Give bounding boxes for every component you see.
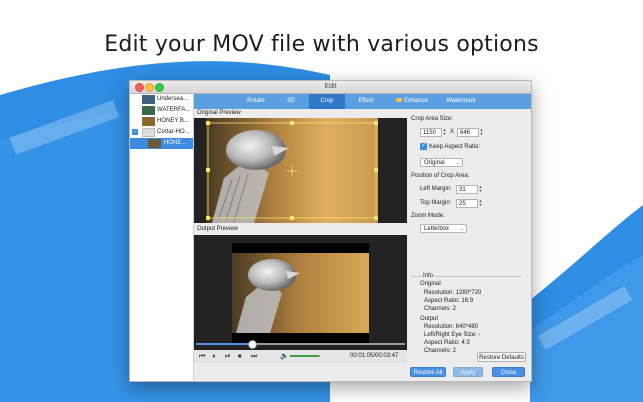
- volume-icon[interactable]: 🔈: [280, 351, 289, 362]
- keep-aspect-checkbox[interactable]: ✓: [420, 143, 427, 150]
- title-bar[interactable]: Edit: [130, 81, 531, 94]
- info-output-resolution: Resolution: 640*480: [424, 324, 479, 330]
- tab-crop[interactable]: Crop: [309, 94, 345, 109]
- file-name: HONE...: [164, 140, 187, 146]
- top-margin-input[interactable]: 25: [456, 199, 478, 208]
- chevron-down-icon: ⌄: [459, 226, 464, 232]
- file-name: HONEY B...: [157, 118, 189, 124]
- skip-forward-icon[interactable]: ⏭: [251, 351, 257, 362]
- top-margin-stepper[interactable]: ▲ ▼: [478, 199, 483, 208]
- video-thumbnail: [142, 128, 155, 137]
- crop-area-size-label: Crop Area Size:: [411, 116, 454, 122]
- file-name: Cortar-HO...: [157, 129, 190, 135]
- tab-effect[interactable]: Effect: [346, 94, 386, 109]
- info-original-label: Original: [420, 281, 441, 287]
- tab-watermark[interactable]: Watermark: [438, 94, 484, 109]
- enhance-icon: [396, 98, 403, 103]
- zoom-mode-label: Zoom Mode:: [411, 213, 445, 219]
- info-original-resolution: Resolution: 1280*720: [424, 290, 482, 296]
- video-thumbnail: [148, 139, 161, 148]
- video-thumbnail: [142, 95, 155, 104]
- output-preview-label: Output Preview: [197, 226, 239, 232]
- tab-enhance[interactable]: Enhance: [390, 94, 434, 109]
- left-margin-input[interactable]: 31: [456, 185, 478, 194]
- times-symbol: X: [450, 129, 455, 135]
- aspect-ratio-value: Original: [424, 160, 445, 166]
- next-frame-icon[interactable]: ⏯: [225, 351, 231, 362]
- output-preview: [194, 235, 407, 350]
- playback-time: 00:01:05/00:03:47: [350, 353, 399, 359]
- top-margin-label: Top Margin:: [420, 200, 452, 206]
- preview-pane: Original Preview Output Preview ⏮ ⏸ ⏯ ⏹ …: [194, 109, 407, 381]
- page-headline: Edit your MOV file with various options: [104, 32, 539, 57]
- restore-all-button[interactable]: Restore All: [410, 367, 446, 377]
- volume-level: [290, 355, 319, 357]
- video-thumbnail: [142, 106, 155, 115]
- video-thumbnail: [142, 117, 155, 126]
- stop-icon[interactable]: ⏹: [238, 351, 242, 362]
- left-margin-stepper[interactable]: ▲ ▼: [478, 185, 483, 194]
- info-output-label: Output: [420, 316, 439, 322]
- info-output-eye-size: Left/Right Eye Size: -: [424, 332, 481, 338]
- list-item-selected[interactable]: HONE...: [130, 138, 193, 149]
- volume-slider[interactable]: [290, 355, 320, 357]
- tab-enhance-label: Enhance: [404, 98, 428, 104]
- file-name: WATERFA...: [157, 107, 191, 113]
- seek-progress: [196, 343, 253, 345]
- pause-icon[interactable]: ⏸: [212, 351, 216, 362]
- original-preview: [194, 118, 407, 223]
- seek-bar[interactable]: [196, 340, 405, 349]
- left-margin-label: Left Margin:: [420, 186, 452, 192]
- original-preview-label: Original Preview: [197, 110, 241, 116]
- crop-width-input[interactable]: 1150: [420, 128, 442, 137]
- aspect-ratio-select[interactable]: Original ⌄: [420, 158, 463, 167]
- close-button[interactable]: Close: [492, 367, 525, 377]
- tab-3d[interactable]: 3D: [274, 94, 308, 109]
- info-original-channels: Channels: 2: [424, 306, 457, 312]
- list-item[interactable]: WATERFA...: [130, 105, 193, 116]
- zoom-mode-value: Letterbox: [424, 226, 450, 232]
- list-item[interactable]: Undersea...: [130, 94, 193, 105]
- collapse-icon[interactable]: −: [132, 129, 138, 135]
- playback-controls: ⏮ ⏸ ⏯ ⏹ ⏭ 🔈 00:01:05/00:03:47: [194, 350, 407, 363]
- output-video-frame: [232, 243, 369, 343]
- zoom-mode-select[interactable]: Letterbox ⌄: [420, 224, 467, 233]
- restore-defaults-button[interactable]: Restore Defaults: [477, 352, 526, 362]
- keep-aspect-label: Keep Aspect Ratio:: [429, 144, 481, 150]
- crop-width-stepper[interactable]: ▲ ▼: [442, 128, 447, 137]
- original-video-frame: [206, 118, 378, 223]
- info-output-aspect: Aspect Ratio: 4:3: [424, 340, 470, 346]
- crop-settings-panel: Crop Area Size: 1150 ▲ ▼ X 646 ▲ ▼ ✓ Keep …: [408, 109, 531, 381]
- apply-button[interactable]: Apply: [453, 367, 483, 377]
- crop-height-input[interactable]: 646: [457, 128, 479, 137]
- window-title: Edit: [324, 83, 337, 90]
- list-item[interactable]: HONEY B...: [130, 116, 193, 127]
- file-name: Undersea...: [157, 96, 189, 102]
- info-output-channels: Channels: 2: [424, 348, 457, 354]
- crop-height-stepper[interactable]: ▲ ▼: [479, 128, 484, 137]
- position-label: Position of Crop Area:: [411, 173, 470, 179]
- edit-window: Edit Undersea... WATERFA... HONEY B... −…: [129, 80, 532, 382]
- edit-tabs: Rotate 3D Crop Effect Enhance Watermark: [194, 94, 531, 109]
- file-list: Undersea... WATERFA... HONEY B... − Cort…: [130, 94, 194, 381]
- tab-rotate[interactable]: Rotate: [239, 94, 273, 109]
- list-item[interactable]: − Cortar-HO...: [130, 127, 193, 138]
- skip-back-icon[interactable]: ⏮: [199, 351, 205, 362]
- info-original-aspect: Aspect Ratio: 16:9: [424, 298, 474, 304]
- chevron-down-icon: ⌄: [455, 160, 460, 166]
- info-title: Info: [422, 273, 435, 279]
